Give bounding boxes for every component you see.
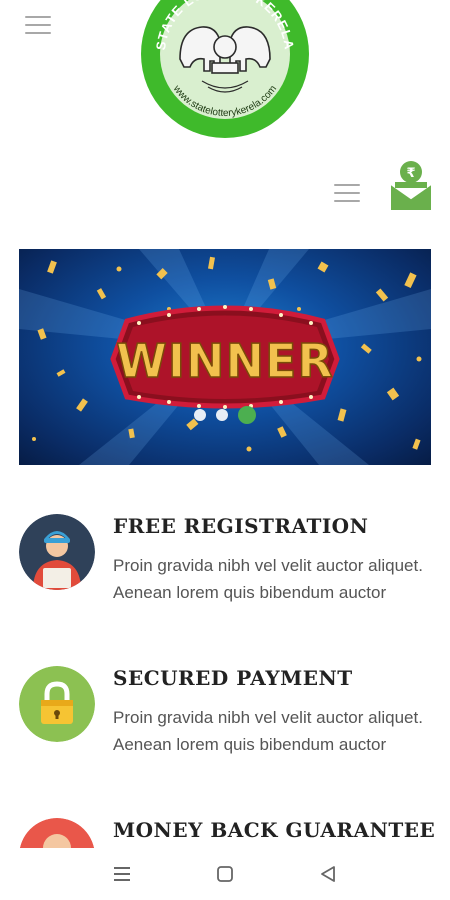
feature-title: SECURED PAYMENT: [113, 666, 353, 690]
carousel-dot-1[interactable]: [194, 409, 206, 421]
promo-banner[interactable]: WINNER: [19, 249, 431, 465]
feature-money-back-guarantee: MONEY BACK GUARANTEE: [19, 818, 439, 848]
feature-description: Proin gravida nibh vel velit auctor aliq…: [113, 556, 423, 602]
padlock-icon: [19, 666, 95, 742]
feature-title: FREE REGISTRATION: [113, 514, 369, 538]
banner-headline: WINNER: [116, 334, 334, 388]
menu-icon[interactable]: [25, 16, 51, 34]
carousel-dot-2[interactable]: [216, 409, 228, 421]
logo-website-text: www.statelotterykerela.com: [170, 83, 279, 119]
recent-apps-icon[interactable]: [102, 854, 142, 894]
svg-text:STATE LOTTERY KERELA: STATE LOTTERY KERELA: [153, 0, 297, 51]
secondary-menu-icon[interactable]: [334, 184, 360, 202]
feature-title: MONEY BACK GUARANTEE: [113, 818, 436, 842]
rupee-envelope-icon[interactable]: ₹: [389, 160, 433, 212]
money-back-icon: [19, 818, 95, 848]
svg-text:₹: ₹: [406, 166, 415, 181]
logo-top-text: STATE LOTTERY KERELA: [153, 0, 296, 51]
home-icon[interactable]: [205, 854, 245, 894]
feature-description: Proin gravida nibh vel velit auctor aliq…: [113, 708, 423, 754]
carousel-dot-3[interactable]: [238, 406, 256, 424]
svg-text:www.statelotterykerela.com: www.statelotterykerela.com: [170, 83, 279, 119]
back-icon[interactable]: [308, 854, 348, 894]
carousel-dots: [0, 406, 450, 424]
logo: STATE LOTTERY KERELA www.statelotteryker…: [141, 0, 309, 138]
delivery-person-icon: [19, 514, 95, 590]
system-nav-bar: [0, 848, 450, 900]
